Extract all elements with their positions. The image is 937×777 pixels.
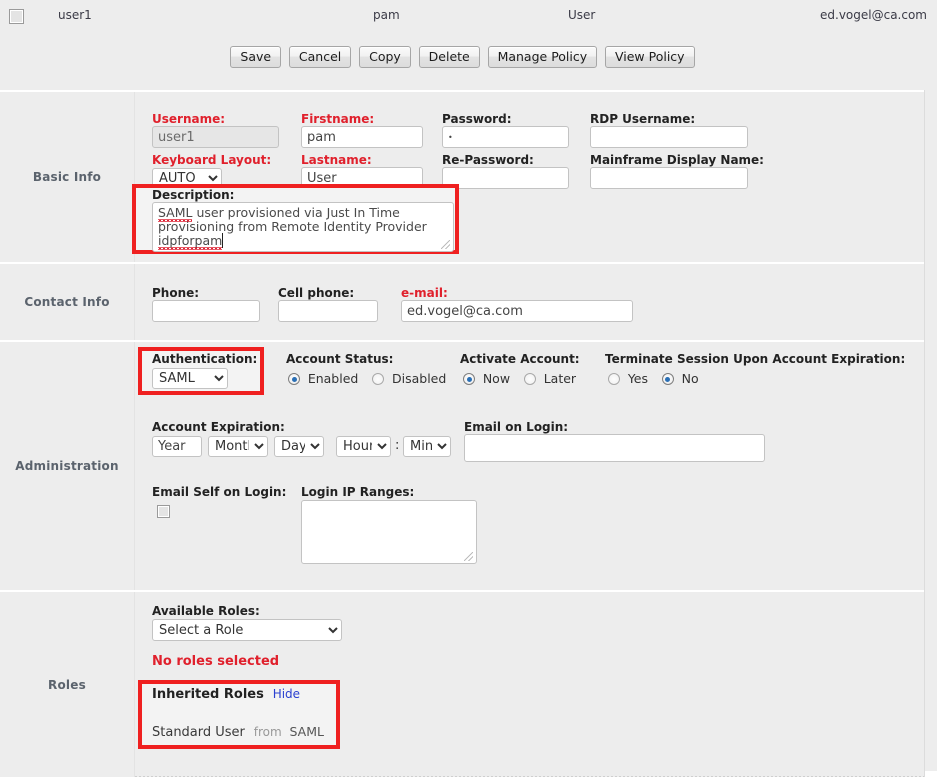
expiration-time-separator: : [395, 438, 400, 453]
mainframe-display-name-label: Mainframe Display Name: [590, 153, 764, 167]
rdp-username-label: RDP Username: [590, 112, 696, 126]
description-textarea[interactable]: SAML user provisioned via Just In Time p… [152, 202, 454, 252]
repassword-input[interactable] [442, 167, 569, 189]
email-self-on-login-label: Email Self on Login: [152, 485, 287, 499]
view-policy-button[interactable]: View Policy [604, 46, 695, 68]
password-input[interactable] [442, 126, 569, 148]
activate-later-radio[interactable] [523, 373, 536, 385]
account-expiration-label: Account Expiration: [152, 420, 285, 434]
expiration-year-input[interactable] [152, 436, 202, 457]
activate-account-label: Activate Account: [460, 352, 580, 366]
expiration-hour-select[interactable]: Hour [336, 436, 391, 457]
cell-phone-label: Cell phone: [278, 286, 355, 300]
cancel-button[interactable]: Cancel [288, 46, 352, 68]
inherited-roles-title: Inherited Roles [152, 687, 264, 702]
expiration-month-select[interactable]: Month [208, 436, 268, 457]
email-on-login-label: Email on Login: [464, 420, 569, 434]
description-label: Description: [152, 188, 235, 202]
user-summary-row: user1 pam User ed.vogel@ca.com [0, 0, 937, 32]
user-details-page: user1 pam User ed.vogel@ca.com Save Canc… [0, 0, 937, 777]
password-label: Password: [442, 112, 512, 126]
repassword-label: Re-Password: [442, 153, 534, 167]
account-status-enabled-radio[interactable] [288, 373, 300, 385]
row-select-checkbox[interactable] [9, 9, 24, 24]
firstname-label: Firstname: [301, 112, 375, 126]
account-status-disabled-radio[interactable] [372, 373, 385, 385]
username-input[interactable] [152, 126, 279, 148]
description-line1-rest: user provisioned via Just In Time [192, 205, 400, 220]
summary-username: user1 [58, 8, 92, 22]
username-label: Username: [152, 112, 226, 126]
account-status-label: Account Status: [286, 352, 394, 366]
copy-button[interactable]: Copy [359, 46, 411, 68]
email-on-login-input[interactable] [464, 434, 765, 462]
expiration-day-select[interactable]: Day [274, 436, 324, 457]
expiration-min-select[interactable]: Min [403, 436, 451, 457]
login-ip-ranges-textarea[interactable] [301, 500, 477, 564]
terminate-yes-label: Yes [627, 371, 649, 386]
keyboard-layout-label: Keyboard Layout: [152, 153, 272, 167]
available-roles-label: Available Roles: [152, 604, 260, 618]
description-resize-grip[interactable] [441, 240, 450, 249]
save-button[interactable]: Save [230, 46, 282, 68]
action-toolbar: Save Cancel Copy Delete Manage Policy Vi… [0, 32, 937, 90]
summary-email: ed.vogel@ca.com [820, 8, 927, 22]
cell-phone-input[interactable] [278, 300, 378, 322]
authentication-select[interactable]: SAML [152, 368, 228, 389]
inherited-role-source: SAML [289, 724, 324, 739]
section-label-contact-info: Contact Info [0, 264, 135, 340]
manage-policy-button[interactable]: Manage Policy [487, 46, 598, 68]
section-administration: Administration Authentication: SAML Acco… [0, 340, 924, 590]
authentication-label: Authentication: [152, 352, 258, 366]
section-contact-info: Contact Info Phone: Cell phone: e-mail: [0, 262, 924, 340]
description-line2: provisioning from Remote Identity Provid… [158, 219, 427, 234]
section-roles: Roles Available Roles: Select a Role No … [0, 590, 924, 777]
no-roles-selected-message: No roles selected [152, 654, 280, 669]
email-input[interactable] [401, 300, 633, 322]
activate-now-label: Now [482, 371, 511, 386]
terminate-yes-radio[interactable] [608, 373, 620, 385]
section-basic-info: Basic Info Username: Keyboard Layout: AU… [0, 90, 924, 262]
terminate-session-radio-group: Yes No [608, 371, 709, 386]
description-line3: idpforpam [158, 233, 223, 252]
summary-firstname: pam [373, 8, 400, 22]
terminate-no-label: No [681, 371, 699, 386]
login-ip-ranges-label: Login IP Ranges: [301, 485, 415, 499]
lastname-label: Lastname: [301, 153, 372, 167]
inherited-role-from-label: from [253, 725, 282, 739]
section-label-roles: Roles [0, 592, 135, 777]
login-ip-resize-grip[interactable] [464, 552, 473, 561]
available-roles-select[interactable]: Select a Role [152, 619, 342, 641]
firstname-input[interactable] [301, 126, 423, 148]
inherited-roles-hide-link[interactable]: Hide [273, 687, 300, 701]
account-status-enabled-label: Enabled [307, 371, 359, 386]
section-label-administration: Administration [0, 342, 135, 590]
account-status-radio-group: Enabled Disabled [288, 371, 456, 386]
mainframe-display-name-input[interactable] [590, 167, 748, 189]
inherited-role-item: Standard User from SAML [152, 724, 324, 740]
inherited-role-name: Standard User [152, 725, 245, 740]
inherited-roles-header: Inherited Roles Hide [152, 687, 300, 702]
account-status-disabled-label: Disabled [392, 371, 447, 386]
email-label: e-mail: [401, 286, 448, 300]
activate-account-radio-group: Now Later [463, 371, 586, 386]
phone-label: Phone: [152, 286, 200, 300]
phone-input[interactable] [152, 300, 260, 322]
activate-later-label: Later [543, 371, 577, 386]
terminate-session-label: Terminate Session Upon Account Expiratio… [605, 352, 906, 366]
activate-now-radio[interactable] [463, 373, 475, 385]
summary-lastname: User [568, 8, 596, 22]
section-label-basic-info: Basic Info [0, 92, 135, 262]
email-self-on-login-checkbox[interactable] [157, 505, 170, 518]
delete-button[interactable]: Delete [418, 46, 480, 68]
rdp-username-input[interactable] [590, 126, 748, 148]
form-panel: Basic Info Username: Keyboard Layout: AU… [0, 90, 925, 777]
terminate-no-radio[interactable] [661, 373, 674, 385]
